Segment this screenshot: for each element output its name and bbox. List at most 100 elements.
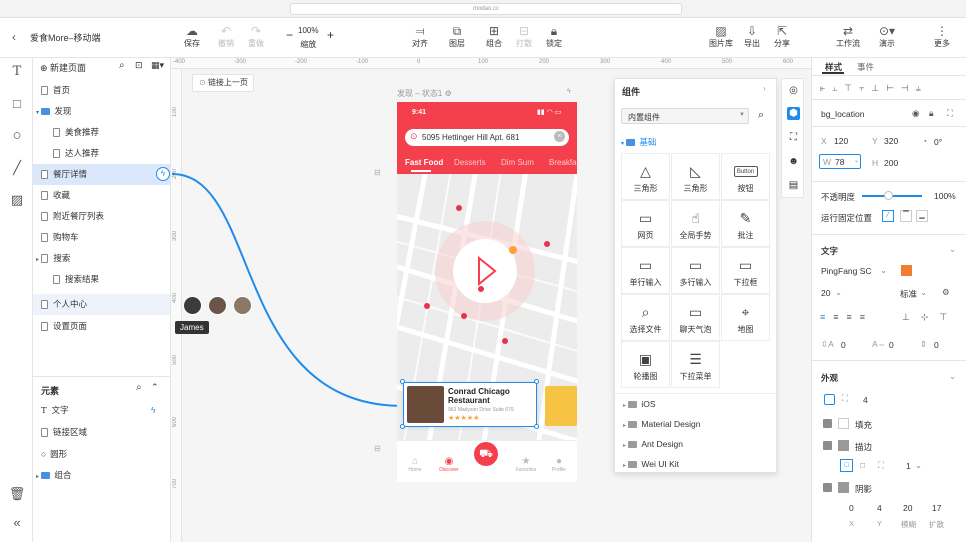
- search-icon[interactable]: ⌕: [136, 382, 142, 393]
- align-controls[interactable]: ⫦⫠⊤⫟⊥⊢⊣⫨: [820, 83, 928, 94]
- lock-button[interactable]: 🔒︎ 锁定: [546, 24, 562, 49]
- link-bolt-icon[interactable]: ϟ: [156, 167, 170, 181]
- component-item[interactable]: ▭ 单行输入: [621, 247, 670, 294]
- phone-artboard[interactable]: 9:41 ▮▮ ◠ ▭ ⊙ 5095 Hettinger Hill Apt. 6…: [397, 102, 577, 482]
- library-ios[interactable]: ▸ iOS: [623, 399, 656, 409]
- page-item[interactable]: 设置页面: [33, 316, 170, 337]
- page-item[interactable]: 首页: [33, 80, 170, 101]
- lock-icon[interactable]: 🔒︎: [929, 108, 934, 119]
- more-button[interactable]: ⋮ 更多: [934, 24, 950, 49]
- stroke-center-icon[interactable]: □: [860, 460, 865, 470]
- y-input[interactable]: 320: [884, 136, 898, 146]
- chevron-down-icon[interactable]: ⌄: [949, 371, 956, 382]
- gear-icon[interactable]: ⚙: [942, 287, 950, 298]
- line-tool-icon[interactable]: ╱: [8, 159, 26, 177]
- element-item[interactable]: ○ 圆形: [33, 444, 170, 465]
- zoom-fit-icon[interactable]: ⊡: [135, 60, 143, 71]
- library-material[interactable]: ▸ Material Design: [623, 419, 700, 429]
- opacity-value[interactable]: 100%: [934, 191, 956, 201]
- slider-thumb[interactable]: [884, 191, 893, 200]
- resize-handle[interactable]: [400, 379, 405, 384]
- component-item[interactable]: ▣ 轮播图: [621, 341, 670, 388]
- group-button[interactable]: ⊞ 组合: [486, 24, 502, 49]
- element-name[interactable]: bg_location: [821, 109, 864, 119]
- table-icon[interactable]: ▤: [787, 179, 800, 192]
- fit-icon[interactable]: ⛶: [947, 108, 953, 119]
- preview-button[interactable]: ⊙▾ 演示: [879, 24, 895, 49]
- fill-checkbox[interactable]: [823, 419, 832, 428]
- shadow-x-input[interactable]: 0: [849, 503, 854, 513]
- chevron-up-icon[interactable]: ⌃: [151, 382, 159, 393]
- stroke-checkbox[interactable]: [823, 441, 832, 450]
- image-tool-icon[interactable]: ▨: [8, 191, 26, 209]
- back-icon[interactable]: ‹: [12, 30, 16, 44]
- component-item[interactable]: ▭ 多行输入: [671, 247, 720, 294]
- shadow-blur-input[interactable]: 20: [903, 503, 912, 513]
- resize-handle[interactable]: [400, 424, 405, 429]
- rectangle-tool-icon[interactable]: □: [8, 95, 26, 113]
- component-item[interactable]: ▭ 网页: [621, 200, 670, 247]
- chevron-down-icon[interactable]: ⌄: [949, 244, 956, 255]
- fixed-top-icon[interactable]: ▔: [900, 210, 912, 222]
- share-button[interactable]: ⇱ 分享: [774, 24, 790, 49]
- redo-button[interactable]: ↷ 重做: [248, 24, 264, 49]
- component-item[interactable]: ▭ 聊天气泡: [671, 294, 720, 341]
- tab-desserts[interactable]: Desserts: [454, 158, 486, 167]
- radius-individual-icon[interactable]: ⛶: [842, 393, 848, 404]
- resize-handle[interactable]: [534, 379, 539, 384]
- fill-swatch[interactable]: [838, 418, 849, 429]
- shadow-checkbox[interactable]: [823, 483, 832, 492]
- letter-spacing-input[interactable]: 0: [889, 340, 894, 350]
- page-item[interactable]: 搜索结果: [33, 269, 170, 290]
- cart-button[interactable]: ⛟: [474, 442, 498, 466]
- page-folder[interactable]: ▾ 发现: [33, 101, 170, 122]
- cube-icon[interactable]: ⬢: [787, 107, 800, 120]
- shadow-y-input[interactable]: 4: [877, 503, 882, 513]
- page-folder[interactable]: ▸ 搜索: [33, 248, 170, 269]
- nav-profile[interactable]: ● Profile: [544, 456, 574, 473]
- x-input[interactable]: 120: [834, 136, 848, 146]
- component-item[interactable]: △ 三角形: [621, 153, 670, 200]
- component-item[interactable]: ⌕ 选择文件: [621, 294, 670, 341]
- width-input[interactable]: W 78 ⌄: [819, 154, 861, 169]
- nav-favorites[interactable]: ★ Favorites: [511, 456, 541, 473]
- search-icon[interactable]: ⌕: [119, 60, 125, 71]
- stroke-swatch[interactable]: [838, 440, 849, 451]
- shadow-spread-input[interactable]: 17: [932, 503, 941, 513]
- resize-handle[interactable]: [534, 424, 539, 429]
- height-input[interactable]: 200: [884, 158, 898, 168]
- workflow-button[interactable]: ⇄ 工作流: [836, 24, 860, 49]
- element-item[interactable]: 链接区域: [33, 422, 170, 443]
- export-button[interactable]: ⇩ 导出: [744, 24, 760, 49]
- font-select[interactable]: PingFang SC: [821, 266, 872, 276]
- visibility-icon[interactable]: ◉: [912, 108, 919, 119]
- zoom-value[interactable]: 100%: [298, 25, 318, 39]
- vertical-align-controls[interactable]: ⊥⊹⊤: [902, 312, 958, 323]
- text-align-controls[interactable]: ≡≡≡≡: [820, 312, 873, 322]
- tab-event[interactable]: 事件: [857, 61, 874, 73]
- page-item[interactable]: 个人中心: [33, 294, 170, 315]
- search-icon[interactable]: ⌕: [758, 109, 764, 122]
- fixed-none-icon[interactable]: ⁄: [882, 210, 894, 222]
- library-ant-design[interactable]: ▸ Ant Design: [623, 439, 683, 449]
- font-weight-select[interactable]: 标准: [900, 288, 917, 300]
- page-item[interactable]: 达人推荐: [33, 143, 170, 164]
- stroke-width-select[interactable]: 1: [906, 461, 911, 471]
- component-item[interactable]: ▭ 下拉框: [721, 247, 770, 294]
- undo-button[interactable]: ↶ 撤销: [218, 24, 234, 49]
- bolt-icon[interactable]: ϟ: [567, 88, 571, 95]
- new-page-button[interactable]: ⊕ 新建页面: [40, 61, 86, 74]
- page-item[interactable]: 美食推荐: [33, 122, 170, 143]
- library-wei-ui[interactable]: ▸ Wei UI Kit: [623, 459, 679, 469]
- trash-icon[interactable]: 🗑︎: [8, 485, 26, 503]
- target-icon[interactable]: ◎: [787, 84, 800, 97]
- ungroup-button[interactable]: ⊟ 打散: [516, 24, 532, 49]
- radius-all-icon[interactable]: [824, 394, 835, 405]
- shadow-swatch[interactable]: [838, 482, 849, 493]
- fixed-bottom-icon[interactable]: ▁: [916, 210, 928, 222]
- tab-breakfast[interactable]: Breakfast: [549, 158, 577, 167]
- text-tool-icon[interactable]: T: [8, 63, 26, 81]
- font-color-swatch[interactable]: [901, 265, 912, 276]
- view-mode-icon[interactable]: ▦▾: [151, 60, 164, 71]
- collapse-icon[interactable]: «: [8, 514, 26, 532]
